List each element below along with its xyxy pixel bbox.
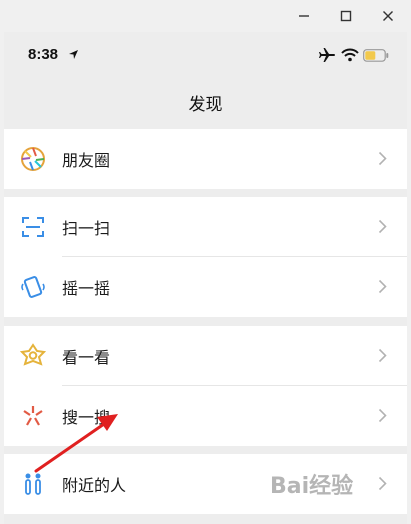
chevron-right-icon [378, 408, 387, 423]
menu-label-shake: 摇一摇 [62, 279, 111, 298]
search-spark-icon [23, 406, 43, 426]
people-nearby-icon [25, 473, 41, 495]
menu-group-scan-shake: 扫一扫 摇一摇 [4, 197, 407, 317]
minimize-icon [299, 15, 309, 17]
top-stories-icon [20, 343, 46, 366]
status-time: 8:38 [28, 46, 59, 63]
maximize-icon [340, 10, 352, 22]
shake-phone-icon [21, 276, 45, 298]
chevron-right-icon [378, 279, 387, 294]
close-icon [383, 11, 393, 21]
menu-item-shake[interactable]: 摇一摇 [4, 257, 407, 317]
battery-icon [363, 49, 389, 62]
moments-camera-icon [21, 147, 45, 171]
menu-item-scan[interactable]: 扫一扫 [4, 197, 407, 257]
close-button[interactable] [375, 4, 401, 28]
minimize-button[interactable] [291, 4, 317, 28]
page-title: 发现 [188, 95, 223, 115]
maximize-button[interactable] [333, 4, 359, 28]
scan-icon [22, 217, 44, 237]
menu-item-top-stories[interactable]: 看一看 [4, 326, 407, 386]
window-title-bar [0, 0, 411, 32]
menu-item-search[interactable]: 搜一搜 [4, 386, 407, 446]
wifi-icon [341, 48, 359, 62]
status-bar: 8:38 [4, 32, 407, 78]
baidu-watermark: Bai经验 [270, 474, 354, 499]
location-arrow-icon [69, 50, 78, 59]
phone-screen: 8:38 发现 朋友圈 扫一扫 摇一摇 看一看 搜一搜 附近的人 [4, 32, 407, 524]
menu-label-search: 搜一搜 [62, 408, 111, 427]
menu-label-scan: 扫一扫 [62, 219, 111, 238]
chevron-right-icon [378, 219, 387, 234]
menu-item-moments[interactable]: 朋友圈 [4, 129, 407, 189]
airplane-icon [319, 48, 335, 62]
menu-label-top-stories: 看一看 [62, 348, 111, 367]
menu-group-stories-search: 看一看 搜一搜 [4, 326, 407, 446]
chevron-right-icon [378, 476, 387, 491]
chevron-right-icon [378, 348, 387, 363]
chevron-right-icon [378, 151, 387, 166]
menu-label-people-nearby: 附近的人 [62, 476, 127, 495]
menu-label-moments: 朋友圈 [62, 151, 111, 170]
menu-group-moments: 朋友圈 [4, 129, 407, 189]
